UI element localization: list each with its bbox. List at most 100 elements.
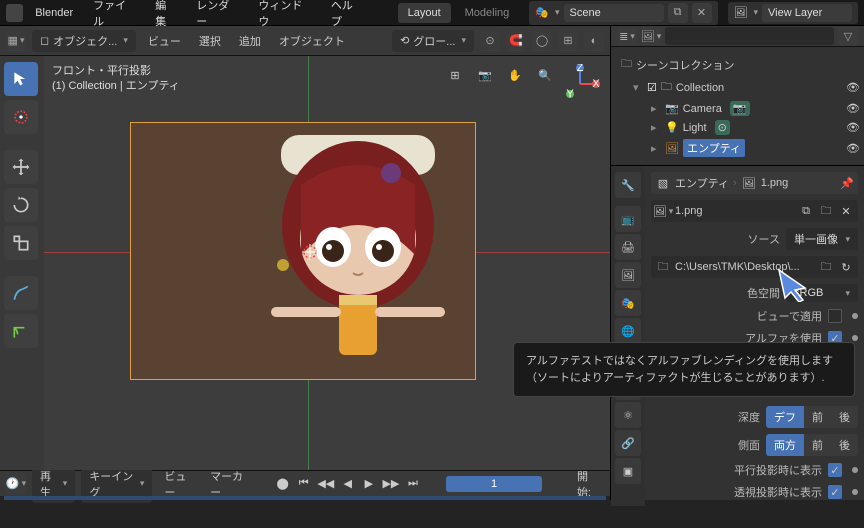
pin-icon[interactable]: 📌 xyxy=(840,177,854,190)
next-key-icon[interactable]: ▶▶ xyxy=(382,475,399,493)
pivot-icon[interactable]: ⊙ xyxy=(480,31,500,51)
viewlayer-icon: 🖼 xyxy=(734,6,748,19)
scene-copy-icon[interactable]: ⧉ xyxy=(668,3,688,23)
viewlayer-input[interactable] xyxy=(762,4,852,22)
outliner-editor-icon[interactable]: ≣▾ xyxy=(617,26,637,46)
image-icon[interactable]: 🖼▾ xyxy=(655,203,671,219)
depth-label: 深度 xyxy=(738,409,760,425)
tool-select[interactable] xyxy=(4,62,38,96)
overlay-camera-icon[interactable]: 📷 xyxy=(474,64,496,86)
orientation-dropdown[interactable]: ⟲グロー...▾ xyxy=(392,30,474,52)
viewastexture-checkbox[interactable] xyxy=(828,309,842,323)
outliner-display-icon[interactable]: 🖼▾ xyxy=(641,26,661,46)
anim-dot[interactable] xyxy=(852,313,858,319)
ptab-world[interactable]: 🌐 xyxy=(615,318,641,344)
header-object[interactable]: オブジェクト xyxy=(273,30,351,52)
tree-empty[interactable]: ▸🖼エンプティ👁 xyxy=(615,137,860,159)
mode-dropdown[interactable]: ◻オブジェク...▾ xyxy=(32,30,136,52)
copies-icon[interactable]: ⧉ xyxy=(798,203,814,219)
ptab-physics[interactable]: ⚛ xyxy=(615,402,641,428)
prev-key-icon[interactable]: ◀◀ xyxy=(317,475,334,493)
editor-type-icon[interactable]: ▦▾ xyxy=(6,31,26,51)
proportional-icon[interactable]: ◯ xyxy=(532,31,552,51)
ortho-checkbox[interactable]: ✓ xyxy=(828,463,842,477)
play-icon[interactable]: ▶ xyxy=(361,475,376,493)
jump-start-icon[interactable]: ⏮ xyxy=(296,475,311,493)
play-rev-icon[interactable]: ◀ xyxy=(340,475,355,493)
tool-move[interactable] xyxy=(4,150,38,184)
light-icon: 💡 xyxy=(665,121,679,134)
eye-icon[interactable]: 👁 xyxy=(846,102,860,115)
header-select[interactable]: 選択 xyxy=(193,30,227,52)
light-badge-icon: ⊙ xyxy=(715,120,730,135)
anim-dot[interactable] xyxy=(852,489,858,495)
tree-camera[interactable]: ▸📷Camera📷👁 xyxy=(615,99,860,118)
overlay-grid-icon[interactable]: ⊞ xyxy=(444,64,466,86)
side-segmented[interactable]: 両方前後 xyxy=(766,434,858,456)
tooltip: アルファテストではなくアルファブレンディングを使用します （ソートによりアーティ… xyxy=(513,342,855,397)
tab-modeling[interactable]: Modeling xyxy=(455,3,520,23)
nav-gizmo[interactable]: XZY xyxy=(560,64,600,104)
timeline-editor-icon[interactable]: 🕐▾ xyxy=(6,474,26,494)
header-view[interactable]: ビュー xyxy=(142,30,187,52)
ptab-scene[interactable]: 🎭 xyxy=(615,290,641,316)
outliner-filter-icon[interactable]: ▽ xyxy=(838,26,858,46)
annotation-arrow-icon xyxy=(775,266,811,302)
overlay-zoom-icon[interactable]: 🔍 xyxy=(534,64,556,86)
anim-dot[interactable] xyxy=(852,335,858,341)
eye-icon[interactable]: 👁 xyxy=(846,142,860,155)
orientation-icon: ⟲ xyxy=(400,34,409,47)
ptab-output[interactable]: 🖨 xyxy=(615,234,641,260)
image-icon: 🖼 xyxy=(741,175,757,191)
viewport-canvas[interactable]: フロント・平行投影 (1) Collection | エンプティ ⊞ 📷 ✋ 🔍… xyxy=(44,56,610,470)
persp-label: 透視投影時に表示 xyxy=(734,484,822,500)
scene-name-input[interactable] xyxy=(564,4,664,22)
object-mode-icon: ◻ xyxy=(40,34,49,47)
autokey-icon[interactable]: ⬤ xyxy=(275,475,290,493)
open-icon[interactable]: 🗀 xyxy=(818,203,834,219)
breadcrumb-image[interactable]: 1.png xyxy=(761,177,789,189)
folder-icon[interactable]: 🗀 xyxy=(655,259,671,275)
timeline-track[interactable] xyxy=(4,496,606,500)
cube-icon: ▧ xyxy=(655,175,671,191)
overlay-toggle-icon[interactable]: ◐ xyxy=(584,31,604,51)
header-add[interactable]: 追加 xyxy=(233,30,267,52)
anim-dot[interactable] xyxy=(852,467,858,473)
svg-text:Y: Y xyxy=(566,88,574,100)
persp-checkbox[interactable]: ✓ xyxy=(828,485,842,499)
snap-icon[interactable]: 🧲 xyxy=(506,31,526,51)
close-icon[interactable]: ✕ xyxy=(838,203,854,219)
refresh-icon[interactable]: ↻ xyxy=(838,259,854,275)
tab-layout[interactable]: Layout xyxy=(398,3,451,23)
gizmo-toggle-icon[interactable]: ⊞ xyxy=(558,31,578,51)
browse-icon[interactable]: 🗀 xyxy=(818,259,834,275)
ptab-tool[interactable]: 🔧 xyxy=(615,172,641,198)
ptab-data[interactable]: ▣ xyxy=(615,458,641,484)
tool-scale[interactable] xyxy=(4,226,38,260)
outliner-search[interactable] xyxy=(665,27,834,45)
3d-cursor-icon xyxy=(302,244,318,260)
collection-icon: 🗀 xyxy=(621,55,632,74)
breadcrumb-empty[interactable]: エンプティ xyxy=(675,175,729,191)
ptab-constraint[interactable]: 🔗 xyxy=(615,430,641,456)
tree-light[interactable]: ▸💡Light⊙👁 xyxy=(615,118,860,137)
eye-icon[interactable]: 👁 xyxy=(846,121,860,134)
image-name-field[interactable]: 1.png xyxy=(675,205,794,217)
source-dropdown[interactable]: 単一画像▾ xyxy=(786,228,858,250)
eye-icon[interactable]: 👁 xyxy=(846,81,860,94)
tree-scene-collection[interactable]: 🗀シーンコレクション xyxy=(615,53,860,76)
tree-collection[interactable]: ▾☑🗀Collection👁 xyxy=(615,76,860,99)
tool-measure[interactable] xyxy=(4,314,38,348)
tool-rotate[interactable] xyxy=(4,188,38,222)
ptab-viewlayer[interactable]: 🖼 xyxy=(615,262,641,288)
depth-segmented[interactable]: デフ前後 xyxy=(766,406,858,428)
tool-annotate[interactable] xyxy=(4,276,38,310)
tool-cursor[interactable] xyxy=(4,100,38,134)
viewport-info-text: フロント・平行投影 (1) Collection | エンプティ xyxy=(52,64,180,95)
overlay-hand-icon[interactable]: ✋ xyxy=(504,64,526,86)
ptab-render[interactable]: 📺 xyxy=(615,206,641,232)
jump-end-icon[interactable]: ⏭ xyxy=(405,475,420,493)
current-frame[interactable]: 1 xyxy=(446,476,542,492)
scene-delete-icon[interactable]: ✕ xyxy=(692,3,712,23)
menu-blender[interactable]: Blender xyxy=(27,3,81,23)
